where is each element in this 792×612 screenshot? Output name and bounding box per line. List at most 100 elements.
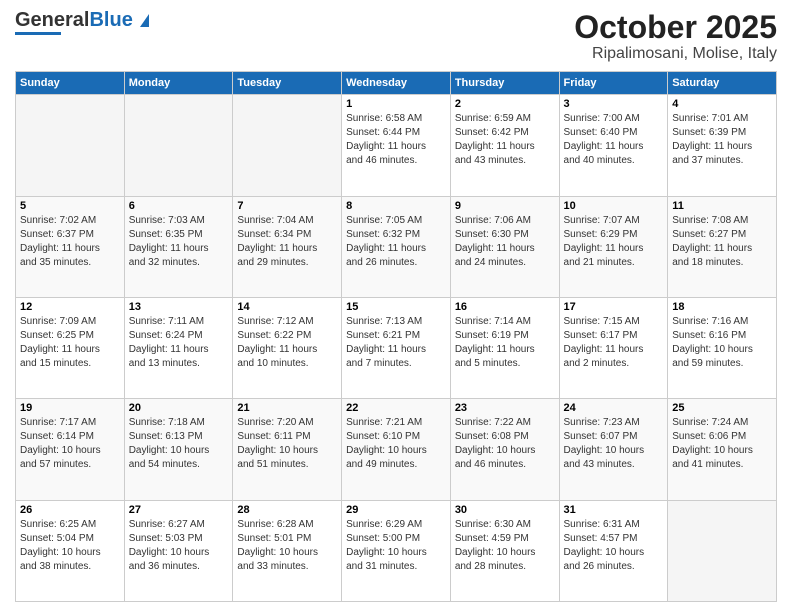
subtitle: Ripalimosani, Molise, Italy [574,45,777,63]
day-number: 13 [129,301,229,313]
header: GeneralBlue October 2025 Ripalimosani, M… [15,10,777,63]
day-info: Sunrise: 7:08 AM Sunset: 6:27 PM Dayligh… [672,214,772,270]
day-number: 20 [129,402,229,414]
calendar-cell: 27 Sunrise: 6:27 AM Sunset: 5:03 PM Dayli… [124,500,233,601]
calendar-cell: 7 Sunrise: 7:04 AM Sunset: 6:34 PM Daylig… [233,196,342,297]
day-number: 24 [564,402,664,414]
calendar-cell: 13 Sunrise: 7:11 AM Sunset: 6:24 PM Dayli… [124,297,233,398]
day-number: 27 [129,504,229,516]
calendar-cell: 26Sunrise: 6:25 AM Sunset: 5:04 PM Dayli… [16,500,125,601]
calendar-cell: 11 Sunrise: 7:08 AM Sunset: 6:27 PM Dayli… [668,196,777,297]
logo: GeneralBlue [15,10,149,35]
day-info: Sunrise: 7:03 AM Sunset: 6:35 PM Dayligh… [129,214,229,270]
calendar-cell: 4Sunrise: 7:01 AM Sunset: 6:39 PM Daylig… [668,95,777,196]
day-info: Sunrise: 6:29 AM Sunset: 5:00 PM Dayligh… [346,518,446,574]
calendar-cell: 9Sunrise: 7:06 AM Sunset: 6:30 PM Daylig… [450,196,559,297]
calendar-cell: 21 Sunrise: 7:20 AM Sunset: 6:11 PM Dayli… [233,399,342,500]
calendar-cell: 10Sunrise: 7:07 AM Sunset: 6:29 PM Dayli… [559,196,668,297]
logo-general: General [15,9,89,31]
day-info: Sunrise: 6:27 AM Sunset: 5:03 PM Dayligh… [129,518,229,574]
day-number: 23 [455,402,555,414]
calendar-cell: 23 Sunrise: 7:22 AM Sunset: 6:08 PM Dayli… [450,399,559,500]
calendar-cell: 17 Sunrise: 7:15 AM Sunset: 6:17 PM Dayli… [559,297,668,398]
calendar-cell: 1 Sunrise: 6:58 AM Sunset: 6:44 PM Daylig… [342,95,451,196]
calendar-cell: 30 Sunrise: 6:30 AM Sunset: 4:59 PM Dayli… [450,500,559,601]
calendar-week-1: 5 Sunrise: 7:02 AM Sunset: 6:37 PM Daylig… [16,196,777,297]
calendar-cell: 20 Sunrise: 7:18 AM Sunset: 6:13 PM Dayli… [124,399,233,500]
calendar-cell: 25Sunrise: 7:24 AM Sunset: 6:06 PM Dayli… [668,399,777,500]
day-info: Sunrise: 7:14 AM Sunset: 6:19 PM Dayligh… [455,315,555,371]
day-number: 3 [564,98,664,110]
day-info: Sunrise: 7:23 AM Sunset: 6:07 PM Dayligh… [564,416,664,472]
logo-underline [15,32,61,35]
day-info: Sunrise: 7:00 AM Sunset: 6:40 PM Dayligh… [564,112,664,168]
day-number: 11 [672,200,772,212]
day-number: 2 [455,98,555,110]
calendar-header-saturday: Saturday [668,72,777,95]
day-number: 1 [346,98,446,110]
day-info: Sunrise: 7:11 AM Sunset: 6:24 PM Dayligh… [129,315,229,371]
page: GeneralBlue October 2025 Ripalimosani, M… [0,0,792,612]
day-number: 7 [237,200,337,212]
day-number: 17 [564,301,664,313]
calendar-cell: 6 Sunrise: 7:03 AM Sunset: 6:35 PM Daylig… [124,196,233,297]
day-info: Sunrise: 7:17 AM Sunset: 6:14 PM Dayligh… [20,416,120,472]
calendar-header-tuesday: Tuesday [233,72,342,95]
day-info: Sunrise: 7:20 AM Sunset: 6:11 PM Dayligh… [237,416,337,472]
day-number: 16 [455,301,555,313]
calendar-cell [668,500,777,601]
day-info: Sunrise: 6:25 AM Sunset: 5:04 PM Dayligh… [20,518,120,574]
calendar-cell: 2 Sunrise: 6:59 AM Sunset: 6:42 PM Daylig… [450,95,559,196]
day-number: 14 [237,301,337,313]
calendar-week-2: 12 Sunrise: 7:09 AM Sunset: 6:25 PM Dayli… [16,297,777,398]
day-info: Sunrise: 7:09 AM Sunset: 6:25 PM Dayligh… [20,315,120,371]
day-number: 25 [672,402,772,414]
day-info: Sunrise: 7:12 AM Sunset: 6:22 PM Dayligh… [237,315,337,371]
calendar-cell [124,95,233,196]
day-info: Sunrise: 7:06 AM Sunset: 6:30 PM Dayligh… [455,214,555,270]
day-info: Sunrise: 7:18 AM Sunset: 6:13 PM Dayligh… [129,416,229,472]
day-number: 12 [20,301,120,313]
day-info: Sunrise: 6:59 AM Sunset: 6:42 PM Dayligh… [455,112,555,168]
calendar-cell: 12 Sunrise: 7:09 AM Sunset: 6:25 PM Dayli… [16,297,125,398]
day-info: Sunrise: 6:58 AM Sunset: 6:44 PM Dayligh… [346,112,446,168]
calendar-cell: 24 Sunrise: 7:23 AM Sunset: 6:07 PM Dayli… [559,399,668,500]
day-number: 30 [455,504,555,516]
day-info: Sunrise: 6:30 AM Sunset: 4:59 PM Dayligh… [455,518,555,574]
calendar-cell: 15Sunrise: 7:13 AM Sunset: 6:21 PM Dayli… [342,297,451,398]
day-info: Sunrise: 7:22 AM Sunset: 6:08 PM Dayligh… [455,416,555,472]
calendar-table: SundayMondayTuesdayWednesdayThursdayFrid… [15,71,777,602]
calendar-cell: 3 Sunrise: 7:00 AM Sunset: 6:40 PM Daylig… [559,95,668,196]
calendar-cell: 8Sunrise: 7:05 AM Sunset: 6:32 PM Daylig… [342,196,451,297]
calendar-week-0: 1 Sunrise: 6:58 AM Sunset: 6:44 PM Daylig… [16,95,777,196]
day-number: 18 [672,301,772,313]
day-info: Sunrise: 7:04 AM Sunset: 6:34 PM Dayligh… [237,214,337,270]
day-info: Sunrise: 7:02 AM Sunset: 6:37 PM Dayligh… [20,214,120,270]
day-info: Sunrise: 7:05 AM Sunset: 6:32 PM Dayligh… [346,214,446,270]
main-title: October 2025 [574,10,777,45]
calendar-header-wednesday: Wednesday [342,72,451,95]
logo-triangle-icon [140,14,149,27]
day-info: Sunrise: 7:16 AM Sunset: 6:16 PM Dayligh… [672,315,772,371]
day-number: 19 [20,402,120,414]
calendar-header-row: SundayMondayTuesdayWednesdayThursdayFrid… [16,72,777,95]
logo-blue-text: Blue [89,9,132,31]
calendar-header-monday: Monday [124,72,233,95]
title-block: October 2025 Ripalimosani, Molise, Italy [574,10,777,63]
day-number: 5 [20,200,120,212]
calendar-cell [16,95,125,196]
day-info: Sunrise: 6:31 AM Sunset: 4:57 PM Dayligh… [564,518,664,574]
calendar-cell: 19 Sunrise: 7:17 AM Sunset: 6:14 PM Dayli… [16,399,125,500]
calendar-week-3: 19 Sunrise: 7:17 AM Sunset: 6:14 PM Dayli… [16,399,777,500]
calendar-cell: 14 Sunrise: 7:12 AM Sunset: 6:22 PM Dayli… [233,297,342,398]
day-number: 31 [564,504,664,516]
calendar-cell: 22Sunrise: 7:21 AM Sunset: 6:10 PM Dayli… [342,399,451,500]
day-info: Sunrise: 6:28 AM Sunset: 5:01 PM Dayligh… [237,518,337,574]
day-number: 6 [129,200,229,212]
day-info: Sunrise: 7:15 AM Sunset: 6:17 PM Dayligh… [564,315,664,371]
calendar-cell: 5 Sunrise: 7:02 AM Sunset: 6:37 PM Daylig… [16,196,125,297]
day-number: 21 [237,402,337,414]
calendar-header-friday: Friday [559,72,668,95]
calendar-cell: 31 Sunrise: 6:31 AM Sunset: 4:57 PM Dayli… [559,500,668,601]
calendar-header-thursday: Thursday [450,72,559,95]
